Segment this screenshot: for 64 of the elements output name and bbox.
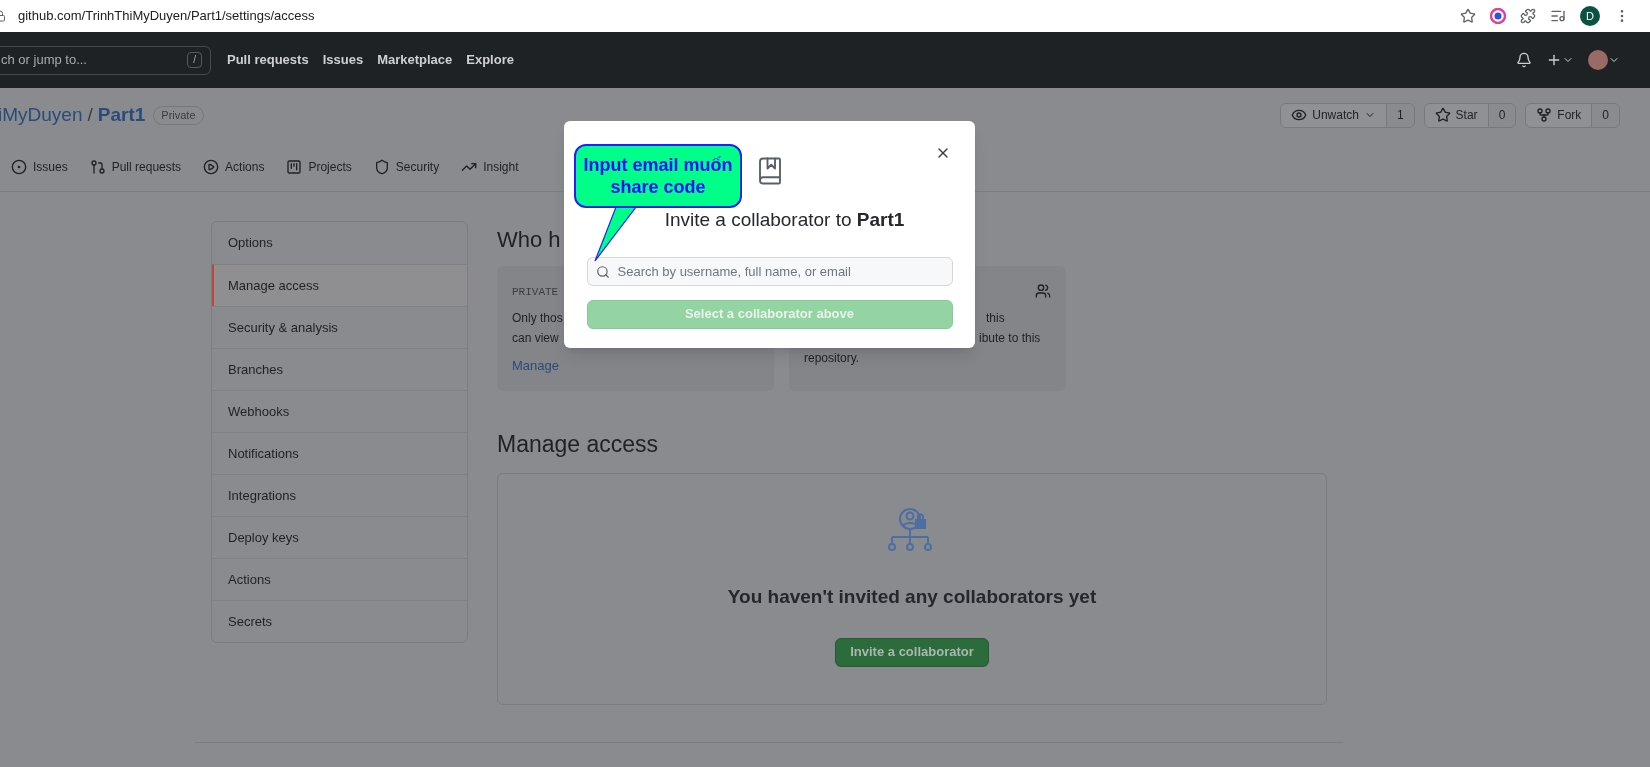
repo-name-link[interactable]: Part1	[97, 100, 146, 130]
repo-tab[interactable]: Issues	[11, 157, 68, 176]
star-icon	[1434, 107, 1451, 123]
profile-avatar[interactable]: D	[1580, 6, 1600, 26]
media-queue-icon[interactable]	[1550, 8, 1566, 24]
notification-icon[interactable]	[1516, 52, 1532, 68]
card-label: PRIVATE	[512, 285, 559, 300]
people-icon	[1035, 283, 1051, 299]
nav-link[interactable]: Marketplace	[377, 50, 453, 70]
repo-tab[interactable]: Pull requests	[89, 157, 182, 176]
section-title: Who h	[497, 226, 561, 254]
issue-icon	[11, 158, 27, 175]
invite-button[interactable]: Invite a collaborator	[835, 637, 989, 667]
repo-tab[interactable]: Insight	[461, 157, 519, 176]
sidebar-item[interactable]: Options	[212, 222, 467, 264]
counter[interactable]: 0	[1592, 103, 1619, 127]
card-text: can view	[512, 329, 559, 347]
nav-link[interactable]: Issues	[322, 50, 364, 70]
card-text: ibute to this	[979, 330, 1041, 347]
empty-state-text: You haven't invited any collaborators yet	[727, 585, 1097, 609]
plus-icon	[1546, 52, 1562, 68]
sidebar-item[interactable]: Security & analysis	[212, 306, 467, 348]
sidebar-item[interactable]: Notifications	[212, 432, 467, 474]
user-menu[interactable]	[1588, 50, 1620, 70]
card-text: Only thos	[512, 309, 563, 327]
repo-action-button[interactable]: Unwatch	[1281, 103, 1387, 127]
address-bar[interactable]: github.com/TrinhThiMyDuyen/Part1/settings/access	[18, 6, 315, 26]
dialog-title: Invite a collaborator to Part1	[664, 208, 905, 232]
sidebar-item[interactable]: Actions	[212, 558, 467, 600]
pull-request-icon	[89, 158, 106, 175]
manage-link[interactable]: Manage	[512, 355, 559, 375]
nav-link[interactable]: Explore	[466, 50, 514, 70]
repo-tab[interactable]: Actions	[203, 157, 265, 176]
repo-tab[interactable]: Projects	[286, 157, 352, 176]
repo-action-button[interactable]: Star	[1424, 103, 1489, 127]
eye-icon	[1291, 107, 1308, 123]
user-avatar	[1588, 50, 1608, 70]
counter[interactable]: 0	[1488, 103, 1516, 127]
shortcut-key: /	[187, 52, 202, 68]
repo-tab[interactable]: Security	[373, 157, 440, 176]
sidebar-item[interactable]: Secrets	[212, 600, 467, 642]
repo-owner-link[interactable]: iMyDuyen	[0, 100, 83, 130]
bookmark-star-icon[interactable]	[1460, 8, 1476, 24]
sidebar-item[interactable]: Deploy keys	[212, 516, 467, 558]
create-menu[interactable]	[1546, 52, 1574, 68]
play-icon	[203, 158, 220, 175]
card-text: repository.	[804, 350, 860, 367]
sidebar-item[interactable]: Branches	[212, 348, 467, 390]
card-text: this	[986, 310, 1005, 327]
counter[interactable]: 1	[1386, 103, 1414, 127]
collaborator-search-field[interactable]: Search by username, full name, or email	[586, 256, 953, 286]
search-icon	[595, 264, 610, 279]
path-separator: /	[87, 102, 93, 127]
nav-link[interactable]: Pull requests	[227, 50, 309, 70]
search-field[interactable]: ch or jump to... /	[0, 45, 211, 75]
section-title: Manage access	[497, 430, 660, 459]
extension-icon[interactable]	[1490, 8, 1506, 24]
fork-icon	[1536, 107, 1553, 123]
extensions-icon[interactable]	[1520, 8, 1536, 24]
project-board-icon	[286, 158, 303, 175]
sidebar-item[interactable]: Manage access	[212, 264, 467, 306]
shield-icon	[373, 158, 390, 175]
sidebar-item[interactable]: Integrations	[212, 474, 467, 516]
sidebar-item[interactable]: Webhooks	[212, 390, 467, 432]
